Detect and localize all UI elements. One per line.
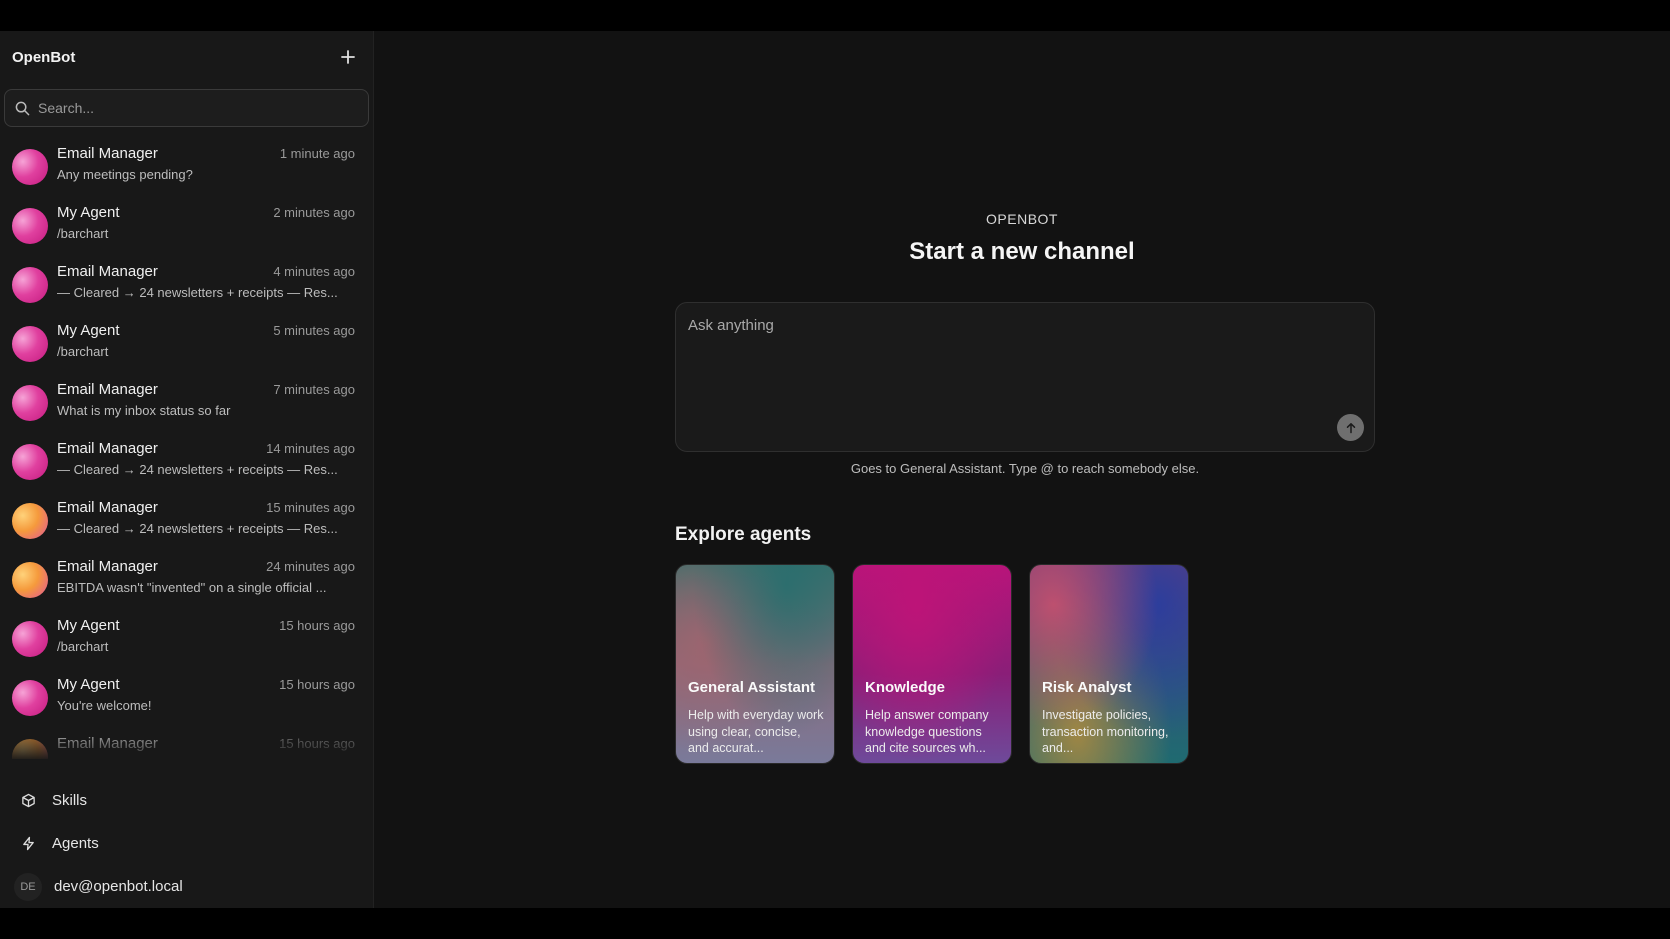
conversation-name: Email Manager — [57, 735, 158, 752]
conversation-time: 15 hours ago — [279, 618, 355, 633]
section-title: Explore agents — [675, 524, 812, 545]
conversation-time: 5 minutes ago — [273, 323, 355, 338]
app-window: OpenBot Email Manager 1 minut — [0, 31, 1670, 908]
conversation-item[interactable]: Email Manager 4 minutes ago — Cleared → … — [0, 257, 373, 316]
sidebar-header: OpenBot — [0, 31, 373, 83]
avatar — [12, 149, 48, 185]
conversation-item[interactable]: Email Manager 15 minutes ago — Cleared →… — [0, 493, 373, 552]
conversation-item[interactable]: My Agent 5 minutes ago /barchart — [0, 316, 373, 375]
lightning-icon — [20, 836, 36, 852]
conversation-item[interactable]: Email Manager 1 minute ago Any meetings … — [0, 139, 373, 198]
conversation-item[interactable]: Email Manager 7 minutes ago What is my i… — [0, 375, 373, 434]
conversation-name: Email Manager — [57, 263, 158, 280]
avatar — [12, 444, 48, 480]
main-panel: OPENBOT Start a new channel Goes to Gene… — [374, 31, 1670, 908]
send-button[interactable] — [1337, 414, 1364, 441]
user-email: dev@openbot.local — [54, 878, 183, 895]
conversation-item[interactable]: Email Manager 15 hours ago — [0, 729, 373, 759]
agent-card-general-assistant[interactable]: General Assistant Help with everyday wor… — [675, 564, 835, 764]
conversation-time: 1 minute ago — [279, 146, 355, 161]
conversation-name: My Agent — [57, 204, 120, 221]
conversation-preview: You're welcome! — [57, 698, 152, 713]
conversation-preview: /barchart — [57, 344, 109, 359]
agent-cards: General Assistant Help with everyday wor… — [675, 564, 1189, 764]
conversation-item[interactable]: Email Manager 14 minutes ago — Cleared →… — [0, 434, 373, 493]
plus-icon — [341, 50, 355, 64]
sidebar-nav: Skills Agents DE dev@openbot.local — [0, 779, 373, 908]
conversation-name: Email Manager — [57, 558, 158, 575]
conversation-time: 7 minutes ago — [273, 382, 355, 397]
conversation-preview: /barchart — [57, 226, 109, 241]
sidebar: OpenBot Email Manager 1 minut — [0, 31, 374, 908]
agent-name: Knowledge — [865, 679, 946, 696]
conversation-preview: — Cleared → 24 newsletters + receipts — … — [57, 521, 338, 536]
agent-name: Risk Analyst — [1042, 679, 1132, 696]
avatar — [12, 385, 48, 421]
message-input[interactable] — [676, 303, 1374, 451]
avatar — [12, 680, 48, 716]
conversation-preview: — Cleared → 24 newsletters + receipts — … — [57, 462, 338, 477]
conversation-name: My Agent — [57, 322, 120, 339]
conversation-preview: — Cleared → 24 newsletters + receipts — … — [57, 285, 338, 300]
conversation-preview: EBITDA wasn't "invented" on a single off… — [57, 580, 327, 595]
arrow-up-icon — [1346, 422, 1355, 433]
conversation-name: Email Manager — [57, 145, 158, 162]
brand-eyebrow: OPENBOT — [986, 211, 1058, 227]
avatar — [12, 503, 48, 539]
agent-name: General Assistant — [688, 679, 815, 696]
conversation-item[interactable]: My Agent 15 hours ago You're welcome! — [0, 670, 373, 729]
new-channel-button[interactable] — [335, 44, 361, 70]
conversation-list: Email Manager 1 minute ago Any meetings … — [0, 139, 373, 759]
avatar — [12, 739, 48, 759]
page-title: Start a new channel — [909, 238, 1135, 265]
avatar — [12, 621, 48, 657]
agent-description: Help answer company knowledge questions … — [865, 708, 989, 755]
conversation-preview: /barchart — [57, 639, 109, 654]
app-title: OpenBot — [12, 48, 76, 66]
nav-label: Agents — [52, 835, 99, 852]
conversation-item[interactable]: Email Manager 24 minutes ago EBITDA wasn… — [0, 552, 373, 611]
conversation-name: Email Manager — [57, 440, 158, 457]
conversation-time: 24 minutes ago — [266, 559, 355, 574]
conversation-time: 15 hours ago — [279, 736, 355, 751]
agent-card-knowledge[interactable]: Knowledge Help answer company knowledge … — [852, 564, 1012, 764]
cube-icon — [20, 793, 36, 809]
user-account[interactable]: DE dev@openbot.local — [0, 865, 373, 908]
avatar — [12, 562, 48, 598]
avatar — [12, 267, 48, 303]
search-icon — [15, 101, 30, 115]
conversation-name: My Agent — [57, 676, 120, 693]
avatar — [12, 326, 48, 362]
nav-label: Skills — [52, 792, 88, 809]
message-composer — [675, 302, 1375, 452]
conversation-time: 15 hours ago — [279, 677, 355, 692]
conversation-name: Email Manager — [57, 381, 158, 398]
nav-item-agents[interactable]: Agents — [0, 822, 373, 865]
agent-description: Help with everyday work using clear, con… — [688, 708, 824, 755]
nav-item-skills[interactable]: Skills — [0, 779, 373, 822]
conversation-item[interactable]: My Agent 2 minutes ago /barchart — [0, 198, 373, 257]
search-box — [4, 89, 369, 127]
agent-card-risk-analyst[interactable]: Risk Analyst Investigate policies, trans… — [1029, 564, 1189, 764]
conversation-preview: Any meetings pending? — [57, 167, 193, 182]
user-avatar: DE — [14, 872, 42, 901]
conversation-name: Email Manager — [57, 499, 158, 516]
agent-description: Investigate policies, transaction monito… — [1042, 708, 1169, 755]
conversation-time: 15 minutes ago — [266, 500, 355, 515]
conversation-time: 14 minutes ago — [266, 441, 355, 456]
conversation-time: 2 minutes ago — [273, 205, 355, 220]
composer-hint: Goes to General Assistant. Type @ to rea… — [850, 461, 1200, 476]
conversation-item[interactable]: My Agent 15 hours ago /barchart — [0, 611, 373, 670]
avatar — [12, 208, 48, 244]
conversation-preview: What is my inbox status so far — [57, 403, 231, 418]
conversation-time: 4 minutes ago — [273, 264, 355, 279]
conversation-name: My Agent — [57, 617, 120, 634]
search-input[interactable] — [38, 100, 358, 116]
